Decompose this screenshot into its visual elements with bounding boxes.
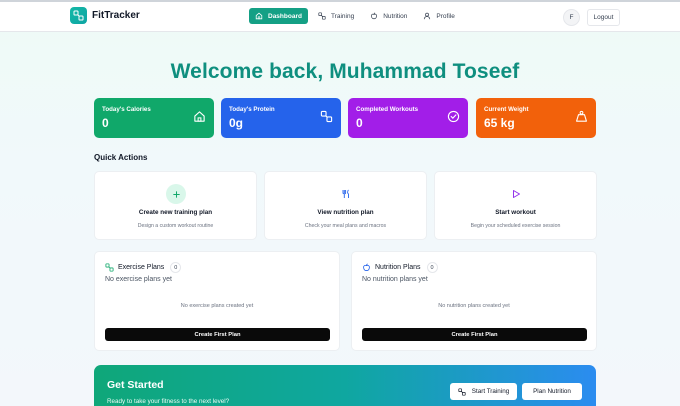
count-badge: 0 — [170, 262, 182, 273]
quick-action-start-workout[interactable]: Start workout Begin your scheduled exerc… — [434, 171, 597, 240]
brand-logo-icon — [70, 7, 87, 24]
stat-value: 0g — [229, 116, 244, 130]
apple-icon — [371, 12, 378, 20]
button-label: Start Training — [471, 388, 510, 395]
weight-icon — [576, 110, 587, 122]
start-training-button[interactable]: Start Training — [450, 383, 517, 400]
nav-item-dashboard[interactable]: Dashboard — [249, 8, 308, 24]
page-title: Welcome back, Muhammad Toseef — [170, 60, 520, 83]
home-icon — [255, 12, 263, 20]
panel-title: Nutrition Plans — [375, 264, 421, 271]
stat-card-protein: Today's Protein 0g — [221, 98, 341, 138]
quick-action-desc: Begin your scheduled exercise session — [470, 223, 561, 229]
nav-links: Dashboard Training Nutrition Profile — [249, 8, 465, 24]
nav-item-training[interactable]: Training — [312, 8, 360, 24]
panel-subtitle: No nutrition plans yet — [362, 276, 428, 283]
quick-action-desc: Design a custom workout routine — [137, 223, 214, 229]
nav-item-nutrition[interactable]: Nutrition — [364, 8, 413, 24]
exercise-plans-panel: Exercise Plans 0 No exercise plans yet N… — [94, 251, 340, 351]
dumbbell-icon — [458, 387, 466, 396]
stat-value: 0 — [356, 116, 363, 130]
get-started-subtitle: Ready to take your fitness to the next l… — [107, 398, 230, 405]
stat-value: 0 — [102, 116, 109, 130]
play-icon — [506, 184, 526, 204]
panel-header: Exercise Plans 0 — [105, 262, 182, 273]
get-started-banner: Get Started Ready to take your fitness t… — [94, 365, 596, 406]
nav-item-label: Dashboard — [268, 12, 302, 20]
dumbbell-icon — [320, 110, 333, 123]
logout-button[interactable]: Logout — [587, 9, 620, 26]
plan-nutrition-button[interactable]: Plan Nutrition — [522, 383, 582, 400]
stat-card-workouts: Completed Workouts 0 — [348, 98, 468, 138]
panel-header: Nutrition Plans 0 — [362, 262, 438, 273]
stat-card-calories: Today's Calories 0 — [94, 98, 214, 138]
brand-name: FitTracker — [92, 10, 140, 21]
quick-actions-heading: Quick Actions — [94, 153, 148, 162]
apple-icon — [363, 263, 370, 271]
quick-action-view-nutrition-plan[interactable]: View nutrition plan Check your meal plan… — [264, 171, 427, 240]
count-badge: 0 — [426, 262, 438, 273]
quick-action-title: Create new training plan — [138, 209, 213, 216]
quick-action-create-training-plan[interactable]: Create new training plan Design a custom… — [94, 171, 257, 240]
home-icon — [194, 111, 205, 122]
dumbbell-icon — [318, 12, 326, 20]
nav-item-label: Profile — [436, 12, 455, 20]
empty-state-text: No exercise plans created yet — [180, 303, 254, 309]
user-icon — [424, 12, 431, 20]
quick-action-title: View nutrition plan — [317, 209, 374, 216]
avatar[interactable]: F — [563, 9, 580, 26]
stat-label: Current Weight — [484, 106, 529, 113]
dumbbell-icon — [105, 263, 114, 272]
panel-subtitle: No exercise plans yet — [105, 276, 172, 283]
stat-label: Today's Calories — [102, 106, 151, 113]
nav-item-profile[interactable]: Profile — [417, 8, 460, 24]
stat-label: Completed Workouts — [356, 106, 419, 113]
nutrition-plans-panel: Nutrition Plans 0 No nutrition plans yet… — [351, 251, 597, 351]
nav-item-label: Nutrition — [383, 12, 408, 20]
nav-item-label: Training — [330, 12, 355, 20]
top-navbar: FitTracker Dashboard Training Nutrition — [0, 2, 680, 32]
brand[interactable]: FitTracker — [70, 7, 140, 24]
quick-action-desc: Check your meal plans and macros — [304, 223, 387, 229]
stat-value: 65 kg — [484, 116, 515, 130]
panel-title: Exercise Plans — [118, 264, 165, 271]
quick-action-title: Start workout — [495, 209, 536, 216]
utensils-icon — [336, 184, 356, 204]
check-circle-icon — [447, 110, 460, 123]
stat-card-weight: Current Weight 65 kg — [476, 98, 596, 138]
stat-label: Today's Protein — [229, 106, 275, 113]
create-first-nutrition-plan-button[interactable]: Create First Plan — [362, 328, 587, 341]
plus-icon — [166, 184, 186, 204]
get-started-title: Get Started — [107, 379, 164, 391]
empty-state-text: No nutrition plans created yet — [438, 303, 510, 309]
create-first-exercise-plan-button[interactable]: Create First Plan — [105, 328, 330, 341]
